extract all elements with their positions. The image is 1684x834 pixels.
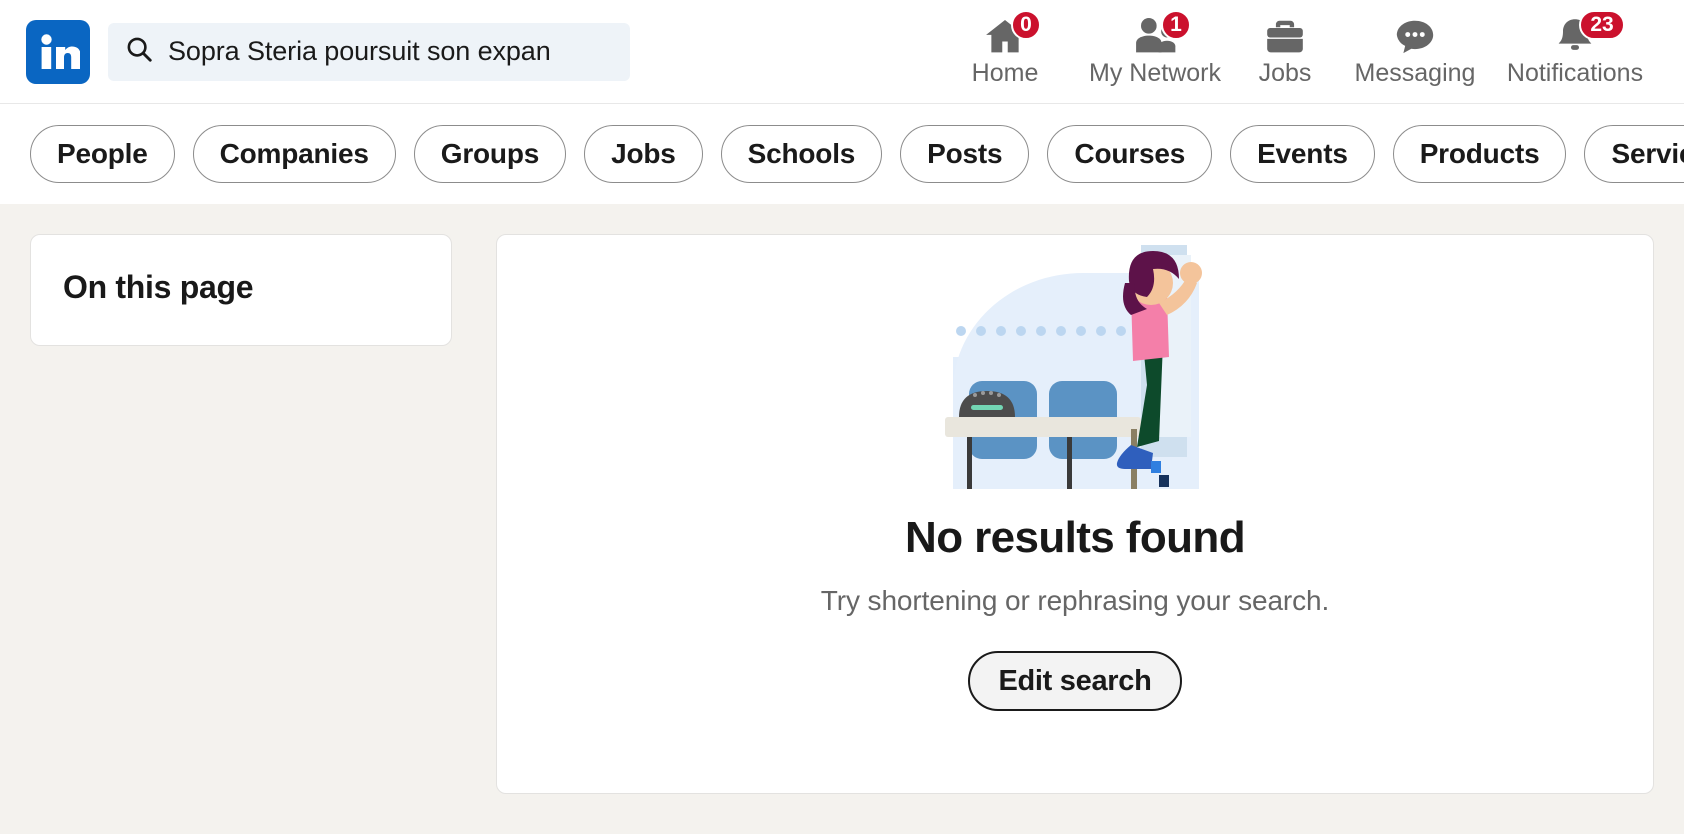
filter-pill-services[interactable]: Services: [1584, 125, 1684, 183]
search-input-value: Sopra Steria poursuit son expan: [168, 36, 551, 66]
search-input[interactable]: Sopra Steria poursuit son expan: [108, 22, 630, 81]
no-results-subtitle: Try shortening or rephrasing your search…: [820, 585, 1330, 616]
notifications-badge: 23: [1579, 9, 1625, 40]
global-header: Sopra Steria poursuit son expan 0 Home 1: [0, 0, 1684, 104]
filter-pill-schools[interactable]: Schools: [720, 125, 883, 183]
filter-pill-courses[interactable]: Courses: [1047, 125, 1213, 183]
page-body: On this page No results found Try shorte…: [0, 204, 1684, 834]
nav-item-my-network[interactable]: 1 My Network: [1080, 8, 1230, 88]
nav-item-home[interactable]: 0 Home: [930, 8, 1080, 88]
filter-pill-people[interactable]: People: [30, 125, 175, 183]
on-this-page-title: On this page: [63, 269, 254, 305]
nav-label-notifications: Notifications: [1506, 58, 1644, 87]
my-network-icon: 1: [1131, 9, 1191, 58]
nav-label-home: Home: [971, 58, 1039, 87]
nav-label-my-network: My Network: [1089, 58, 1221, 87]
nav-label-jobs: Jobs: [1258, 58, 1312, 87]
filter-pill-events[interactable]: Events: [1230, 125, 1375, 183]
jobs-icon: [1263, 14, 1307, 58]
nav-item-messaging[interactable]: Messaging: [1340, 8, 1490, 88]
edit-search-button[interactable]: Edit search: [968, 651, 1182, 711]
home-icon: 0: [982, 9, 1041, 58]
nav-item-jobs[interactable]: Jobs: [1230, 8, 1340, 88]
filter-pill-groups[interactable]: Groups: [413, 125, 567, 183]
my-network-badge: 1: [1161, 9, 1191, 40]
global-nav: 0 Home 1 My Network Jobs Messaging 23 No…: [930, 0, 1660, 104]
nav-label-messaging: Messaging: [1354, 58, 1476, 87]
nav-item-notifications[interactable]: 23 Notifications: [1490, 8, 1660, 88]
no-results-title: No results found: [905, 513, 1246, 562]
no-results-illustration: [945, 239, 1205, 489]
linkedin-logo-icon[interactable]: [26, 19, 90, 84]
search-filters-bar: People Companies Groups Jobs Schools Pos…: [0, 104, 1684, 204]
home-badge: 0: [1011, 9, 1041, 40]
search-results-card: No results found Try shortening or rephr…: [496, 234, 1654, 794]
filter-pill-companies[interactable]: Companies: [192, 125, 396, 183]
notifications-icon: 23: [1553, 9, 1625, 58]
on-this-page-card: On this page: [30, 234, 452, 346]
search-icon: [124, 34, 154, 69]
filter-pill-products[interactable]: Products: [1392, 125, 1567, 183]
filter-pill-posts[interactable]: Posts: [900, 125, 1030, 183]
filter-pill-jobs[interactable]: Jobs: [584, 125, 703, 183]
messaging-icon: [1392, 14, 1438, 58]
